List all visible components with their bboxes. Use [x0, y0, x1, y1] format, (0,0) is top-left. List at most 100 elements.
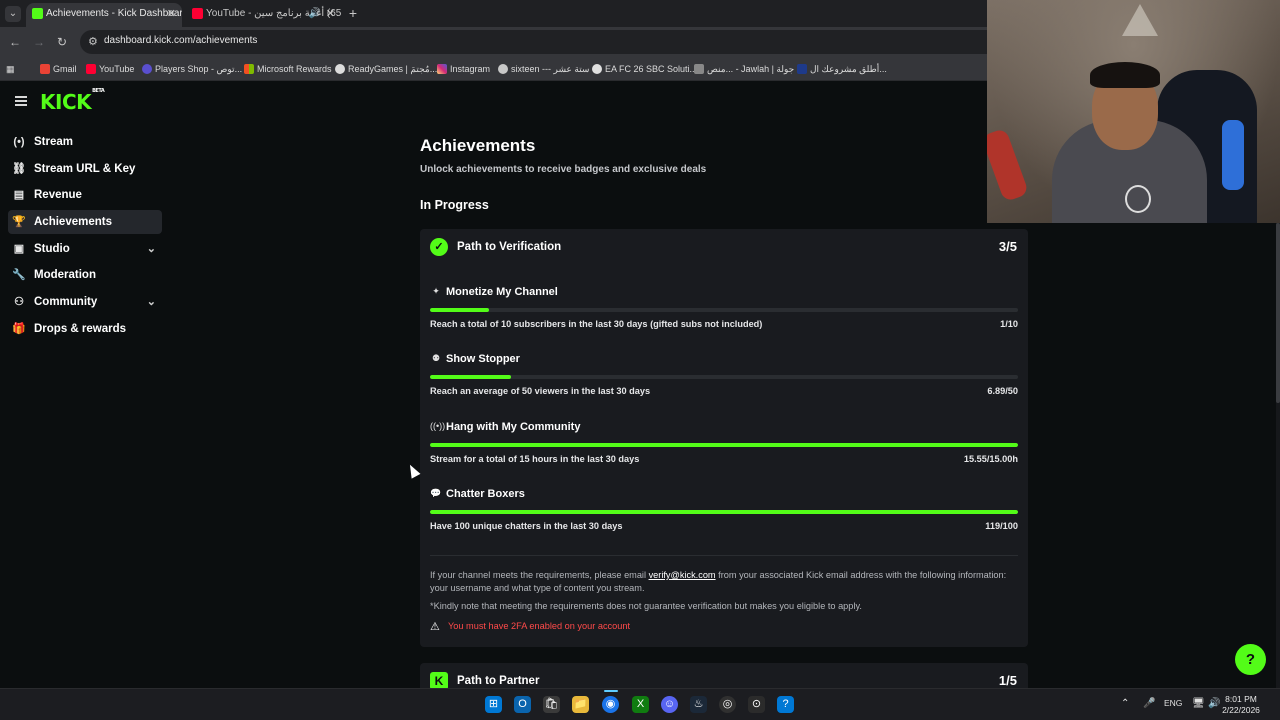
- achievement-hang-with-my-community: ((•)) Hang with My Community Stream for …: [430, 421, 1018, 481]
- sidebar-item-achievements[interactable]: 🏆 Achievements: [8, 210, 162, 234]
- path-to-verification-card: ✓ Path to Verification 3/5 ✦ Monetize My…: [420, 229, 1028, 647]
- chat-icon: 💬: [430, 488, 442, 498]
- reload-icon[interactable]: ↻: [55, 34, 69, 50]
- sparkle-icon: ✦: [432, 286, 440, 296]
- language-indicator[interactable]: ENG: [1164, 698, 1182, 708]
- beta-badge: BETA: [92, 88, 105, 95]
- section-title: In Progress: [420, 198, 489, 212]
- apps-grid-icon[interactable]: ▦: [6, 61, 15, 77]
- bookmark-microsoft-rewards[interactable]: Microsoft Rewards: [244, 61, 332, 77]
- wrench-icon: 🔧: [12, 269, 26, 281]
- card-title: Path to Partner: [457, 675, 540, 687]
- discord-icon[interactable]: ☺: [661, 696, 678, 713]
- tab-kick-dashboard[interactable]: Achievements - Kick Dashboard ✕: [26, 3, 182, 27]
- verification-instructions: If your channel meets the requirements, …: [430, 570, 1007, 593]
- sidebar-item-drops-rewards[interactable]: 🎁 Drops & rewards: [8, 317, 162, 341]
- bookmark-readygames[interactable]: ReadyGames | مُجتمَ...: [335, 61, 437, 77]
- jawlah-icon: [694, 64, 704, 74]
- show-hidden-icons[interactable]: ⌃: [1121, 698, 1129, 709]
- bookmark-ea-fc[interactable]: EA FC 26 SBC Soluti...: [592, 61, 697, 77]
- help-chat-button[interactable]: ?: [1235, 644, 1266, 675]
- url-text: dashboard.kick.com/achievements: [104, 35, 258, 46]
- bookmark-instagram[interactable]: Instagram: [437, 61, 490, 77]
- start-icon[interactable]: ⊞: [485, 696, 502, 713]
- verify-email-link[interactable]: verify@kick.com: [649, 570, 716, 580]
- forward-icon[interactable]: →: [32, 34, 46, 50]
- system-clock[interactable]: 8:01 PM 2/22/2026: [1222, 694, 1260, 716]
- stream-icon: (•): [13, 136, 25, 148]
- gmail-icon: [40, 64, 50, 74]
- progress-bar: [430, 375, 1018, 379]
- bookmark-gmail[interactable]: Gmail: [40, 61, 77, 77]
- outlook-icon[interactable]: O: [514, 696, 531, 713]
- progress-fill: [430, 308, 489, 312]
- card-title: Path to Verification: [457, 241, 562, 253]
- sidebar-item-moderation[interactable]: 🔧 Moderation: [8, 263, 162, 287]
- kick-logo[interactable]: KICKBETA: [40, 88, 105, 114]
- revenue-icon: ▤: [13, 189, 25, 201]
- viewers-icon: ⚉: [431, 353, 441, 363]
- sidebar-item-stream[interactable]: (•) Stream: [8, 130, 162, 154]
- link-icon: ⛓: [12, 163, 26, 175]
- steam-icon[interactable]: ♨: [690, 696, 707, 713]
- obs-icon[interactable]: ◎: [719, 696, 736, 713]
- close-icon[interactable]: ✕: [167, 3, 176, 25]
- achievement-show-stopper: ⚉ Show Stopper Reach an average of 50 vi…: [430, 353, 1018, 413]
- progress-fill: [430, 510, 1018, 514]
- sidebar-item-revenue[interactable]: ▤ Revenue: [8, 183, 162, 207]
- card-progress-count: 1/5: [998, 673, 1017, 688]
- page-title: Achievements: [420, 136, 536, 155]
- scrollbar-thumb[interactable]: [1276, 223, 1280, 403]
- launch-icon: [797, 64, 807, 74]
- gift-icon: 🎁: [12, 323, 26, 335]
- volume-icon[interactable]: 🔊: [1208, 698, 1220, 709]
- progress-fill: [430, 375, 512, 379]
- readygames-icon: [335, 64, 345, 74]
- bookmark-jawlah[interactable]: منص... - Jawlah | جولة: [694, 61, 794, 77]
- achievement-name: Monetize My Channel: [446, 286, 558, 298]
- store-icon[interactable]: 🛍: [543, 696, 560, 713]
- close-icon[interactable]: ✕: [326, 3, 335, 25]
- sidebar-item-community[interactable]: ⚇ Community ⌄: [8, 290, 162, 314]
- achievement-chatter-boxers: 💬 Chatter Boxers Have 100 unique chatter…: [430, 488, 1018, 548]
- menu-icon[interactable]: [15, 96, 27, 106]
- speaker-icon[interactable]: 🔊: [309, 3, 321, 25]
- active-app-indicator: [604, 690, 618, 692]
- chrome-icon[interactable]: ◉: [602, 696, 619, 713]
- microphone-icon[interactable]: 🎤: [1143, 698, 1155, 709]
- file-explorer-icon[interactable]: 📁: [572, 696, 589, 713]
- community-icon: ⚇: [14, 296, 24, 308]
- sidebar-item-studio[interactable]: ▣ Studio ⌄: [8, 237, 162, 261]
- tab-title: Achievements - Kick Dashboard: [46, 8, 182, 19]
- bookmark-launch[interactable]: أطلق مشروعك ال...: [797, 61, 887, 77]
- progress-fill: [430, 443, 1018, 447]
- verification-disclaimer: *Kindly note that meeting the requiremen…: [430, 601, 862, 611]
- players-shop-icon: [142, 64, 152, 74]
- trophy-icon: 🏆: [12, 216, 26, 228]
- bookmark-youtube[interactable]: YouTube: [86, 61, 134, 77]
- achievement-value: 15.55/15.00h: [963, 454, 1018, 464]
- xbox-icon[interactable]: X: [632, 696, 649, 713]
- progress-bar: [430, 308, 1018, 312]
- get-help-icon[interactable]: ?: [777, 696, 794, 713]
- verified-badge-icon: ✓: [430, 238, 448, 256]
- tab-search-button[interactable]: ⌄: [5, 6, 21, 22]
- back-icon[interactable]: ←: [8, 34, 22, 50]
- hoodie-logo: [1125, 185, 1151, 213]
- tab-youtube[interactable]: (652) أغنية برنامج سين - YouTube 🔊 ✕: [186, 3, 341, 27]
- microsoft-icon: [244, 64, 254, 74]
- game-bar-icon[interactable]: ⊙: [748, 696, 765, 713]
- network-icon[interactable]: 🖥: [1192, 698, 1205, 709]
- new-tab-button[interactable]: +: [346, 4, 360, 22]
- kick-favicon-icon: [32, 8, 43, 19]
- sidebar-item-stream-url-key[interactable]: ⛓ Stream URL & Key: [8, 157, 162, 181]
- bookmark-sixteen[interactable]: sixteen --- ستة عشر: [498, 61, 589, 77]
- bookmark-players-shop[interactable]: Players Shop - توص...: [142, 61, 242, 77]
- achievement-description: Reach an average of 50 viewers in the la…: [430, 386, 651, 396]
- site-info-icon[interactable]: ⚙: [88, 35, 98, 48]
- progress-bar: [430, 443, 1018, 447]
- webcam-overlay: [987, 0, 1280, 223]
- achievement-name: Chatter Boxers: [446, 488, 525, 500]
- studio-icon: ▣: [13, 243, 25, 255]
- address-bar[interactable]: ⚙ dashboard.kick.com/achievements: [80, 30, 1000, 54]
